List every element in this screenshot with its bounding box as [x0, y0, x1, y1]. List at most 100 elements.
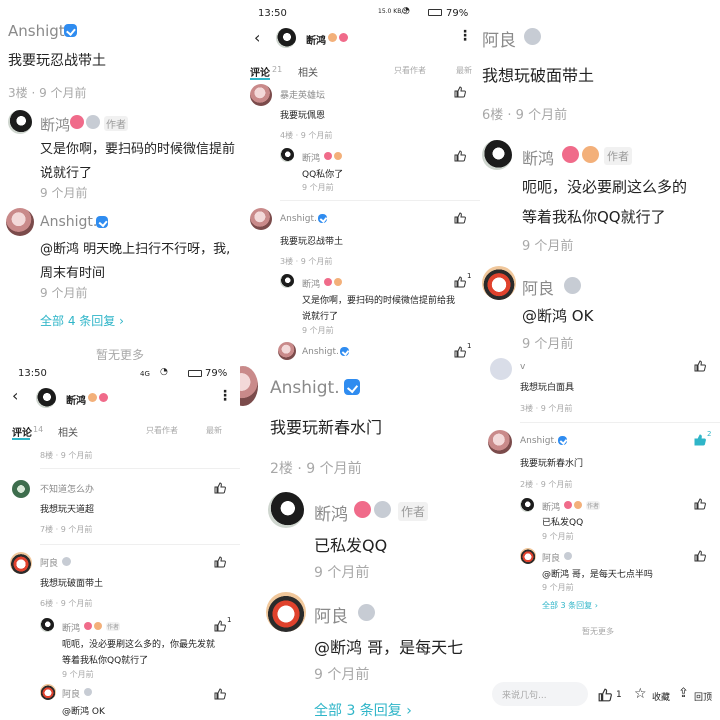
- tab-related[interactable]: 相关: [298, 64, 318, 79]
- avatar[interactable]: [8, 110, 32, 134]
- comment-meta: 3楼 · 9 个月前: [520, 404, 573, 413]
- avatar[interactable]: [520, 548, 536, 564]
- avatar[interactable]: [266, 592, 306, 632]
- only-author-toggle[interactable]: 只看作者: [146, 425, 178, 436]
- only-author-toggle[interactable]: 只看作者: [394, 65, 426, 76]
- liked-icon[interactable]: [694, 434, 706, 446]
- reply-text: 已私发QQ: [314, 536, 388, 555]
- reply-meta: 9 个月前: [302, 326, 334, 335]
- like-icon[interactable]: [454, 86, 466, 98]
- level-badge-icon: [324, 278, 332, 286]
- reply-text-cont: 等着我私你QQ就行了: [62, 656, 149, 666]
- like-icon[interactable]: [214, 482, 226, 494]
- avatar[interactable]: [482, 266, 516, 300]
- commenter-name[interactable]: 阿良: [482, 26, 516, 51]
- avatar[interactable]: [488, 430, 512, 454]
- commenter-name[interactable]: 阿良: [40, 556, 58, 569]
- replier-name[interactable]: 断鸿: [62, 621, 80, 634]
- like-icon[interactable]: [214, 556, 226, 568]
- replier-name[interactable]: 断鸿: [542, 500, 560, 513]
- tab-comments[interactable]: 评论: [250, 64, 270, 79]
- avatar[interactable]: [12, 480, 30, 498]
- like-icon[interactable]: [694, 498, 706, 510]
- like-icon[interactable]: [454, 212, 466, 224]
- avatar[interactable]: [40, 618, 54, 632]
- avatar[interactable]: [40, 684, 56, 700]
- share-icon[interactable]: ⇪: [678, 686, 689, 701]
- like-count: 1: [467, 272, 472, 280]
- like-icon[interactable]: [598, 688, 612, 702]
- comment-input[interactable]: 来说几句...: [492, 682, 588, 706]
- replier-name[interactable]: 阿良: [314, 602, 348, 627]
- avatar[interactable]: [240, 366, 258, 406]
- avatar[interactable]: [280, 274, 294, 288]
- like-count: 1: [227, 616, 232, 624]
- comment-input-placeholder: 来说几句...: [502, 691, 547, 701]
- commenter-name[interactable]: Anshigt.: [270, 378, 340, 398]
- replier-name[interactable]: 阿良: [542, 551, 560, 564]
- replier-name[interactable]: 断鸿: [302, 151, 320, 164]
- commenter-name[interactable]: Anshigt.: [520, 436, 557, 446]
- commenter-name[interactable]: 暴走英雄坛: [280, 88, 325, 101]
- like-icon[interactable]: [214, 620, 226, 632]
- replier-name[interactable]: 阿良: [522, 275, 554, 299]
- reply-button[interactable]: 回顶: [694, 690, 712, 703]
- like-icon[interactable]: [454, 150, 466, 162]
- author-avatar[interactable]: [36, 388, 56, 408]
- avatar[interactable]: [520, 498, 534, 512]
- avatar[interactable]: [250, 84, 272, 106]
- comment-text: 我想玩破面带土: [40, 579, 104, 589]
- commenter-name[interactable]: Anshigt.: [280, 214, 317, 224]
- sort-latest[interactable]: 最新: [456, 65, 472, 76]
- avatar[interactable]: [490, 358, 512, 380]
- reply-text-cont: 说就行了: [40, 166, 93, 181]
- all-replies-link[interactable]: 全部 3 条回复 ›: [314, 700, 412, 720]
- commenter-name[interactable]: v: [520, 362, 525, 372]
- back-arrow-icon[interactable]: ‹: [254, 28, 260, 47]
- avatar[interactable]: [278, 342, 296, 360]
- title-badge-icon: [84, 688, 92, 696]
- replier-name[interactable]: 断鸿: [302, 277, 320, 290]
- avatar[interactable]: [482, 140, 512, 170]
- replier-name[interactable]: Anshigt.: [40, 214, 97, 230]
- like-icon[interactable]: [694, 360, 706, 372]
- tab-related[interactable]: 相关: [58, 424, 78, 439]
- verified-icon: [558, 436, 567, 445]
- reply-text: @断鸿 哥，是每天七: [314, 638, 464, 657]
- avatar[interactable]: [250, 208, 272, 230]
- replier-name[interactable]: 断鸿: [522, 145, 554, 169]
- star-icon[interactable]: ☆: [634, 686, 647, 702]
- avatar[interactable]: [10, 552, 32, 574]
- author-avatar[interactable]: [276, 28, 296, 48]
- back-arrow-icon[interactable]: ‹: [12, 386, 18, 405]
- replier-name[interactable]: 断鸿: [40, 114, 70, 135]
- more-menu-icon[interactable]: ⋮: [458, 28, 472, 44]
- battery-icon: [188, 370, 202, 377]
- commenter-name[interactable]: Anshigt.: [8, 22, 69, 40]
- more-menu-icon[interactable]: ⋮: [218, 388, 232, 404]
- title-badge-icon: [62, 557, 71, 566]
- title-badge-icon: [524, 28, 541, 45]
- sort-latest[interactable]: 最新: [206, 425, 222, 436]
- commenter-name[interactable]: Anshigt.: [302, 347, 339, 357]
- replier-name[interactable]: 断鸿: [314, 500, 348, 525]
- reply-text: @断鸿 OK: [522, 307, 594, 325]
- tab-comments[interactable]: 评论: [12, 424, 32, 439]
- avatar[interactable]: [280, 148, 294, 162]
- like-icon[interactable]: [694, 550, 706, 562]
- divider: [280, 200, 480, 201]
- comment-meta: 6楼 · 9 个月前: [482, 108, 568, 123]
- all-replies-link[interactable]: 全部 3 条回复 ›: [542, 600, 598, 611]
- commenter-name[interactable]: 不知道怎么办: [40, 482, 94, 495]
- avatar[interactable]: [6, 208, 34, 236]
- replier-name[interactable]: 阿良: [62, 687, 80, 700]
- favorite-button[interactable]: 收藏: [652, 690, 670, 703]
- like-icon[interactable]: [454, 276, 466, 288]
- reply-meta: 9 个月前: [314, 667, 370, 683]
- all-replies-link[interactable]: 全部 4 条回复 ›: [40, 312, 124, 329]
- level-badge-icon: [339, 33, 348, 42]
- verified-icon: [96, 216, 108, 228]
- avatar[interactable]: [268, 492, 304, 528]
- like-icon[interactable]: [454, 346, 466, 358]
- like-icon[interactable]: [214, 688, 226, 700]
